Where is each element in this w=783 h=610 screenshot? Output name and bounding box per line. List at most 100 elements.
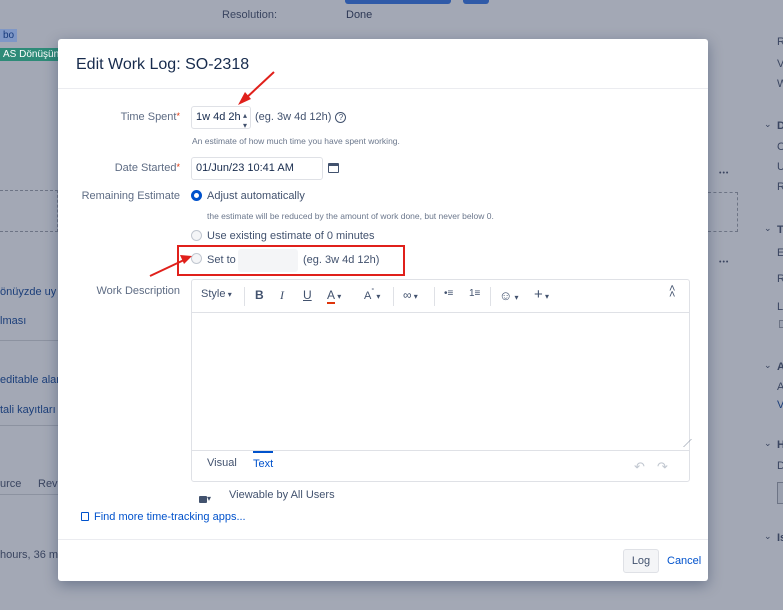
editor-mode-tabs: Visual Text ↶ ↷ [192,450,689,481]
chevron-down-icon: ▾ [374,292,381,301]
bg-right-h: H [777,439,783,451]
resolution-label: Resolution: [222,9,278,21]
bg-right-d2: D [777,460,783,472]
dashed-dropzone [0,190,58,232]
visibility-dropdown[interactable]: ▾ [199,490,211,504]
bg-link-2: lması [0,315,27,327]
bullet-list-button[interactable]: •≡ [444,288,453,299]
chevron-down-icon: ▾ [207,494,212,503]
find-apps-link[interactable]: Find more time-tracking apps... [81,509,246,523]
bg-square-2 [777,482,783,504]
more-formatting-button[interactable]: A° ▾ [364,288,380,302]
editor-toolbar: Style ▾ B I U A ▾ A° ▾ ∞ ▾ •≡ 1≡ ☺ ▾ + ▾… [192,280,689,313]
tab-text[interactable]: Text [253,451,274,470]
bg-chevron-1: ⌄ [764,119,772,129]
calendar-icon[interactable] [328,163,339,173]
bg-chevron-2: ⌄ [764,223,772,233]
time-spent-hint: An estimate of how much time you have sp… [192,136,400,146]
dialog-title: Edit Work Log: SO-2318 [76,56,250,73]
bg-right-t: T [777,224,783,236]
date-started-label: Date Started* [114,162,180,174]
bg-right-r1: R [777,36,783,48]
bg-ellipsis-1: ••• [719,170,730,177]
remaining-estimate-label: Remaining Estimate [81,190,180,202]
chevron-down-icon: ▾ [542,292,550,301]
status-lozenge: AS Dönüşün [0,48,63,61]
toolbar-separator [393,287,394,306]
bg-link-4: tali kayıtları [0,404,56,416]
style-dropdown[interactable]: Style ▾ [201,288,232,300]
lock-icon [199,496,207,503]
bg-right-c: C [777,141,783,153]
tab-visual[interactable]: Visual [207,457,237,469]
work-description-label: Work Description [96,285,180,297]
chevron-down-icon: ▾ [512,293,519,302]
bg-right-a1: A [777,361,783,373]
emoji-button[interactable]: ☺ ▾ [499,288,519,303]
shopping-bag-icon [81,512,89,521]
spinner-icon[interactable]: ▴ ▾ [243,111,247,131]
bg-divider-2 [0,425,58,426]
annotation-highlight-box [177,245,405,276]
cancel-link[interactable]: Cancel [667,555,701,567]
link-icon: ∞ [403,288,412,302]
dialog-header-divider [58,88,708,89]
bg-time-text: hours, 36 m [0,549,59,561]
bg-right-v: V [777,58,783,70]
bg-right-r3: R [777,273,783,285]
link-button[interactable]: ∞ ▾ [403,288,418,302]
collapse-toolbar-button[interactable]: ˄ ˄ [669,284,675,301]
edit-work-log-dialog: Edit Work Log: SO-2318 Time Spent* 1w 4d… [58,39,708,581]
redo-icon[interactable]: ↷ [657,459,668,475]
log-button[interactable]: Log [623,549,659,573]
toolbar-separator [244,287,245,306]
date-started-input[interactable]: 01/Jun/23 10:41 AM [191,157,323,180]
numbered-list-button[interactable]: 1≡ [469,288,480,299]
radio-use-existing[interactable] [191,230,202,241]
required-mark: * [176,111,180,121]
bg-link-3: editable alar [0,374,60,386]
bold-button[interactable]: B [255,288,264,302]
undo-icon[interactable]: ↶ [634,459,645,475]
chevron-down-icon: ▾ [335,292,342,301]
visibility-label: Viewable by All Users [229,489,335,501]
bg-chevron-3: ⌄ [764,360,772,370]
required-mark: * [176,162,180,172]
chevron-down-icon: ▾ [225,290,232,299]
bg-chevron-5: ⌄ [764,531,772,541]
help-icon[interactable]: ? [335,112,347,123]
emoji-icon: ☺ [499,288,513,303]
bg-ellipsis-2: ••• [719,259,730,266]
chevron-down-icon: ▾ [411,292,418,301]
toolbar-separator [434,287,435,306]
bg-square-1 [779,320,783,328]
insert-button[interactable]: + ▾ [534,287,550,302]
italic-button[interactable]: I [280,288,284,303]
bg-right-u: U [777,161,783,173]
bg-right-l: L [777,301,783,313]
work-description-textarea[interactable] [192,314,689,450]
dashed-dropzone-right [708,192,738,232]
time-spent-example: (eg. 3w 4d 12h)? [255,111,347,123]
dialog-footer-divider [58,539,708,540]
time-spent-label: Time Spent* [120,111,180,123]
top-button-edge [345,0,451,4]
bg-right-d: D [777,120,783,132]
text-color-button[interactable]: A ▾ [327,288,342,304]
bg-divider [0,340,58,341]
bg-right-e: E [777,247,783,259]
bg-tab-line [0,494,58,495]
bg-right-a2: A [777,381,783,393]
bg-right-is: Is [777,532,783,544]
bg-link-1: önüyzde uy [0,286,57,298]
adjust-automatically-label[interactable]: Adjust automatically [207,190,305,202]
bg-right-w: W [777,78,783,90]
radio-adjust-automatically[interactable] [191,190,202,201]
time-spent-input[interactable]: 1w 4d 2h ▴ ▾ [191,106,251,131]
underline-button[interactable]: U [303,288,312,302]
use-existing-label[interactable]: Use existing estimate of 0 minutes [207,230,375,242]
resolution-value: Done [346,9,373,21]
tag-label: bo [0,29,18,42]
bg-right-r2: R [777,181,783,193]
toolbar-separator [490,287,491,306]
